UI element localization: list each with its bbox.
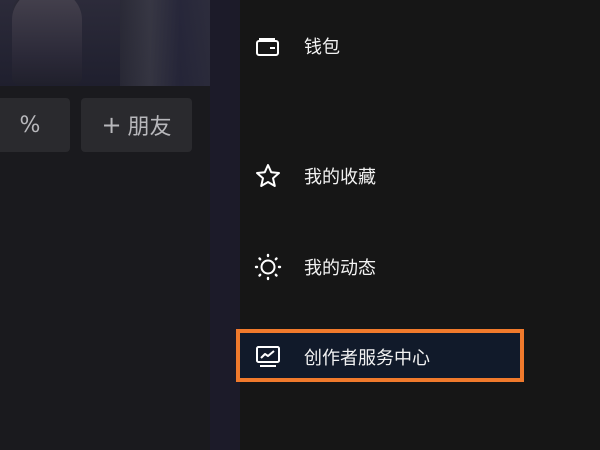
photo-background [120,0,218,86]
plus-icon: + [101,111,122,139]
menu-item-moments[interactable]: 我的动态 [240,247,376,287]
stat-chip-text: % [19,112,41,138]
menu-item-creator-center[interactable]: 创作者服务中心 [240,337,430,377]
photo-person [12,0,82,85]
profile-photo[interactable] [0,0,218,86]
menu-item-label: 钱包 [304,37,340,58]
add-friend-label: 朋友 [127,115,172,140]
menu-item-wallet[interactable]: 钱包 [240,26,340,66]
monitor-chart-icon [254,343,282,371]
stat-chip[interactable]: % [0,98,70,152]
profile-panel: % + 朋友 [0,0,218,450]
menu-item-label: 创作者服务中心 [304,348,430,369]
star-icon [254,162,282,190]
side-drawer [210,0,600,450]
add-friend-button[interactable]: + 朋友 [81,98,192,152]
menu-item-label: 我的动态 [304,258,376,279]
sun-icon [254,253,282,281]
menu-item-favorites[interactable]: 我的收藏 [240,156,376,196]
menu-item-label: 我的收藏 [304,167,376,188]
wallet-icon [254,32,282,60]
